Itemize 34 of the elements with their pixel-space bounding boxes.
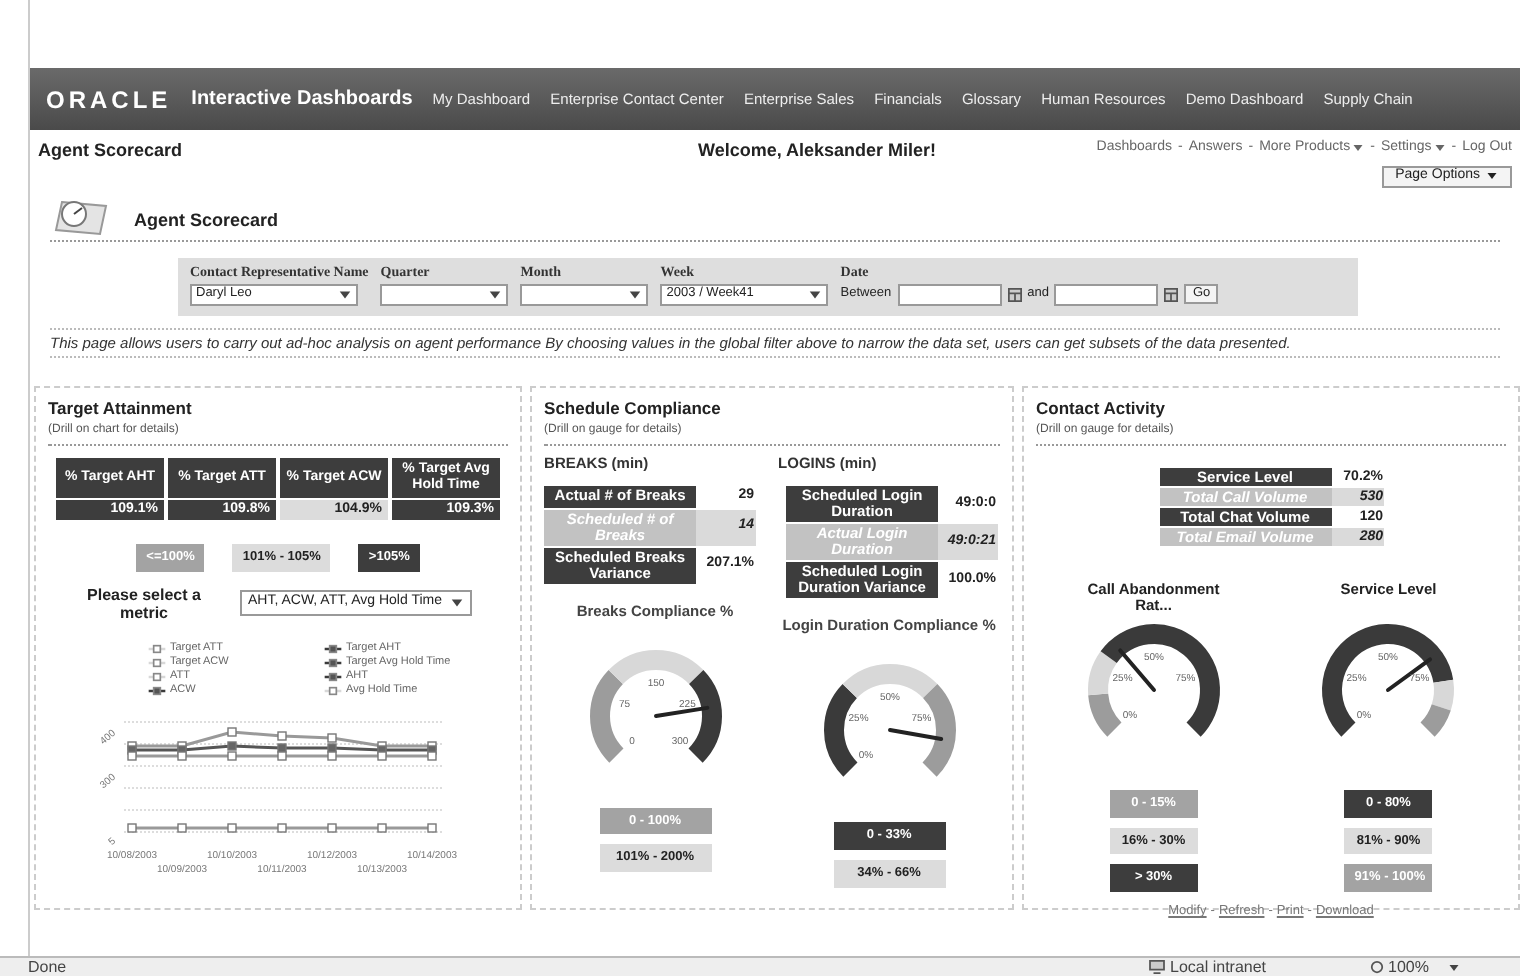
page-title: Agent Scorecard	[38, 138, 185, 164]
caret-icon	[628, 287, 643, 301]
filter-select[interactable]	[520, 283, 649, 305]
gauge-dial	[1322, 623, 1455, 736]
computer-icon	[1148, 960, 1166, 974]
gauge-clipboard-icon	[50, 196, 110, 236]
panel-title: Target Attainment	[48, 396, 194, 422]
zoom-text: 100%	[1388, 955, 1429, 976]
filter-select[interactable]	[380, 283, 509, 305]
gauge-dial	[589, 649, 722, 762]
welcome-text: Welcome, Aleksander Miler!	[698, 138, 937, 164]
date-field[interactable]	[1054, 283, 1159, 305]
caret-icon	[1433, 142, 1446, 155]
date-field[interactable]	[897, 283, 1002, 305]
panel-title: Contact Activity	[1036, 396, 1167, 422]
caret-icon	[808, 287, 823, 301]
caret-icon	[1448, 961, 1461, 973]
product-name: Interactive Dashboards	[191, 86, 413, 114]
caret-icon	[1486, 170, 1498, 182]
calendar-icon	[1164, 287, 1179, 301]
metric-label: Please select a metric	[85, 585, 203, 621]
zone-text: Local intranet	[1170, 955, 1269, 976]
calendar-icon	[1007, 287, 1022, 301]
logo: ORACLE	[46, 83, 172, 117]
gauge-dial	[823, 664, 956, 777]
caret-icon	[488, 287, 503, 301]
panel-title: Schedule Compliance	[544, 396, 723, 422]
caret-icon	[450, 596, 464, 610]
gauge-dial	[1087, 623, 1220, 736]
section-title: Agent Scorecard	[134, 207, 279, 234]
zoom-icon	[1370, 960, 1384, 974]
status-text: Done	[28, 955, 69, 976]
caret-icon	[338, 287, 352, 301]
caret-icon	[1352, 142, 1365, 155]
